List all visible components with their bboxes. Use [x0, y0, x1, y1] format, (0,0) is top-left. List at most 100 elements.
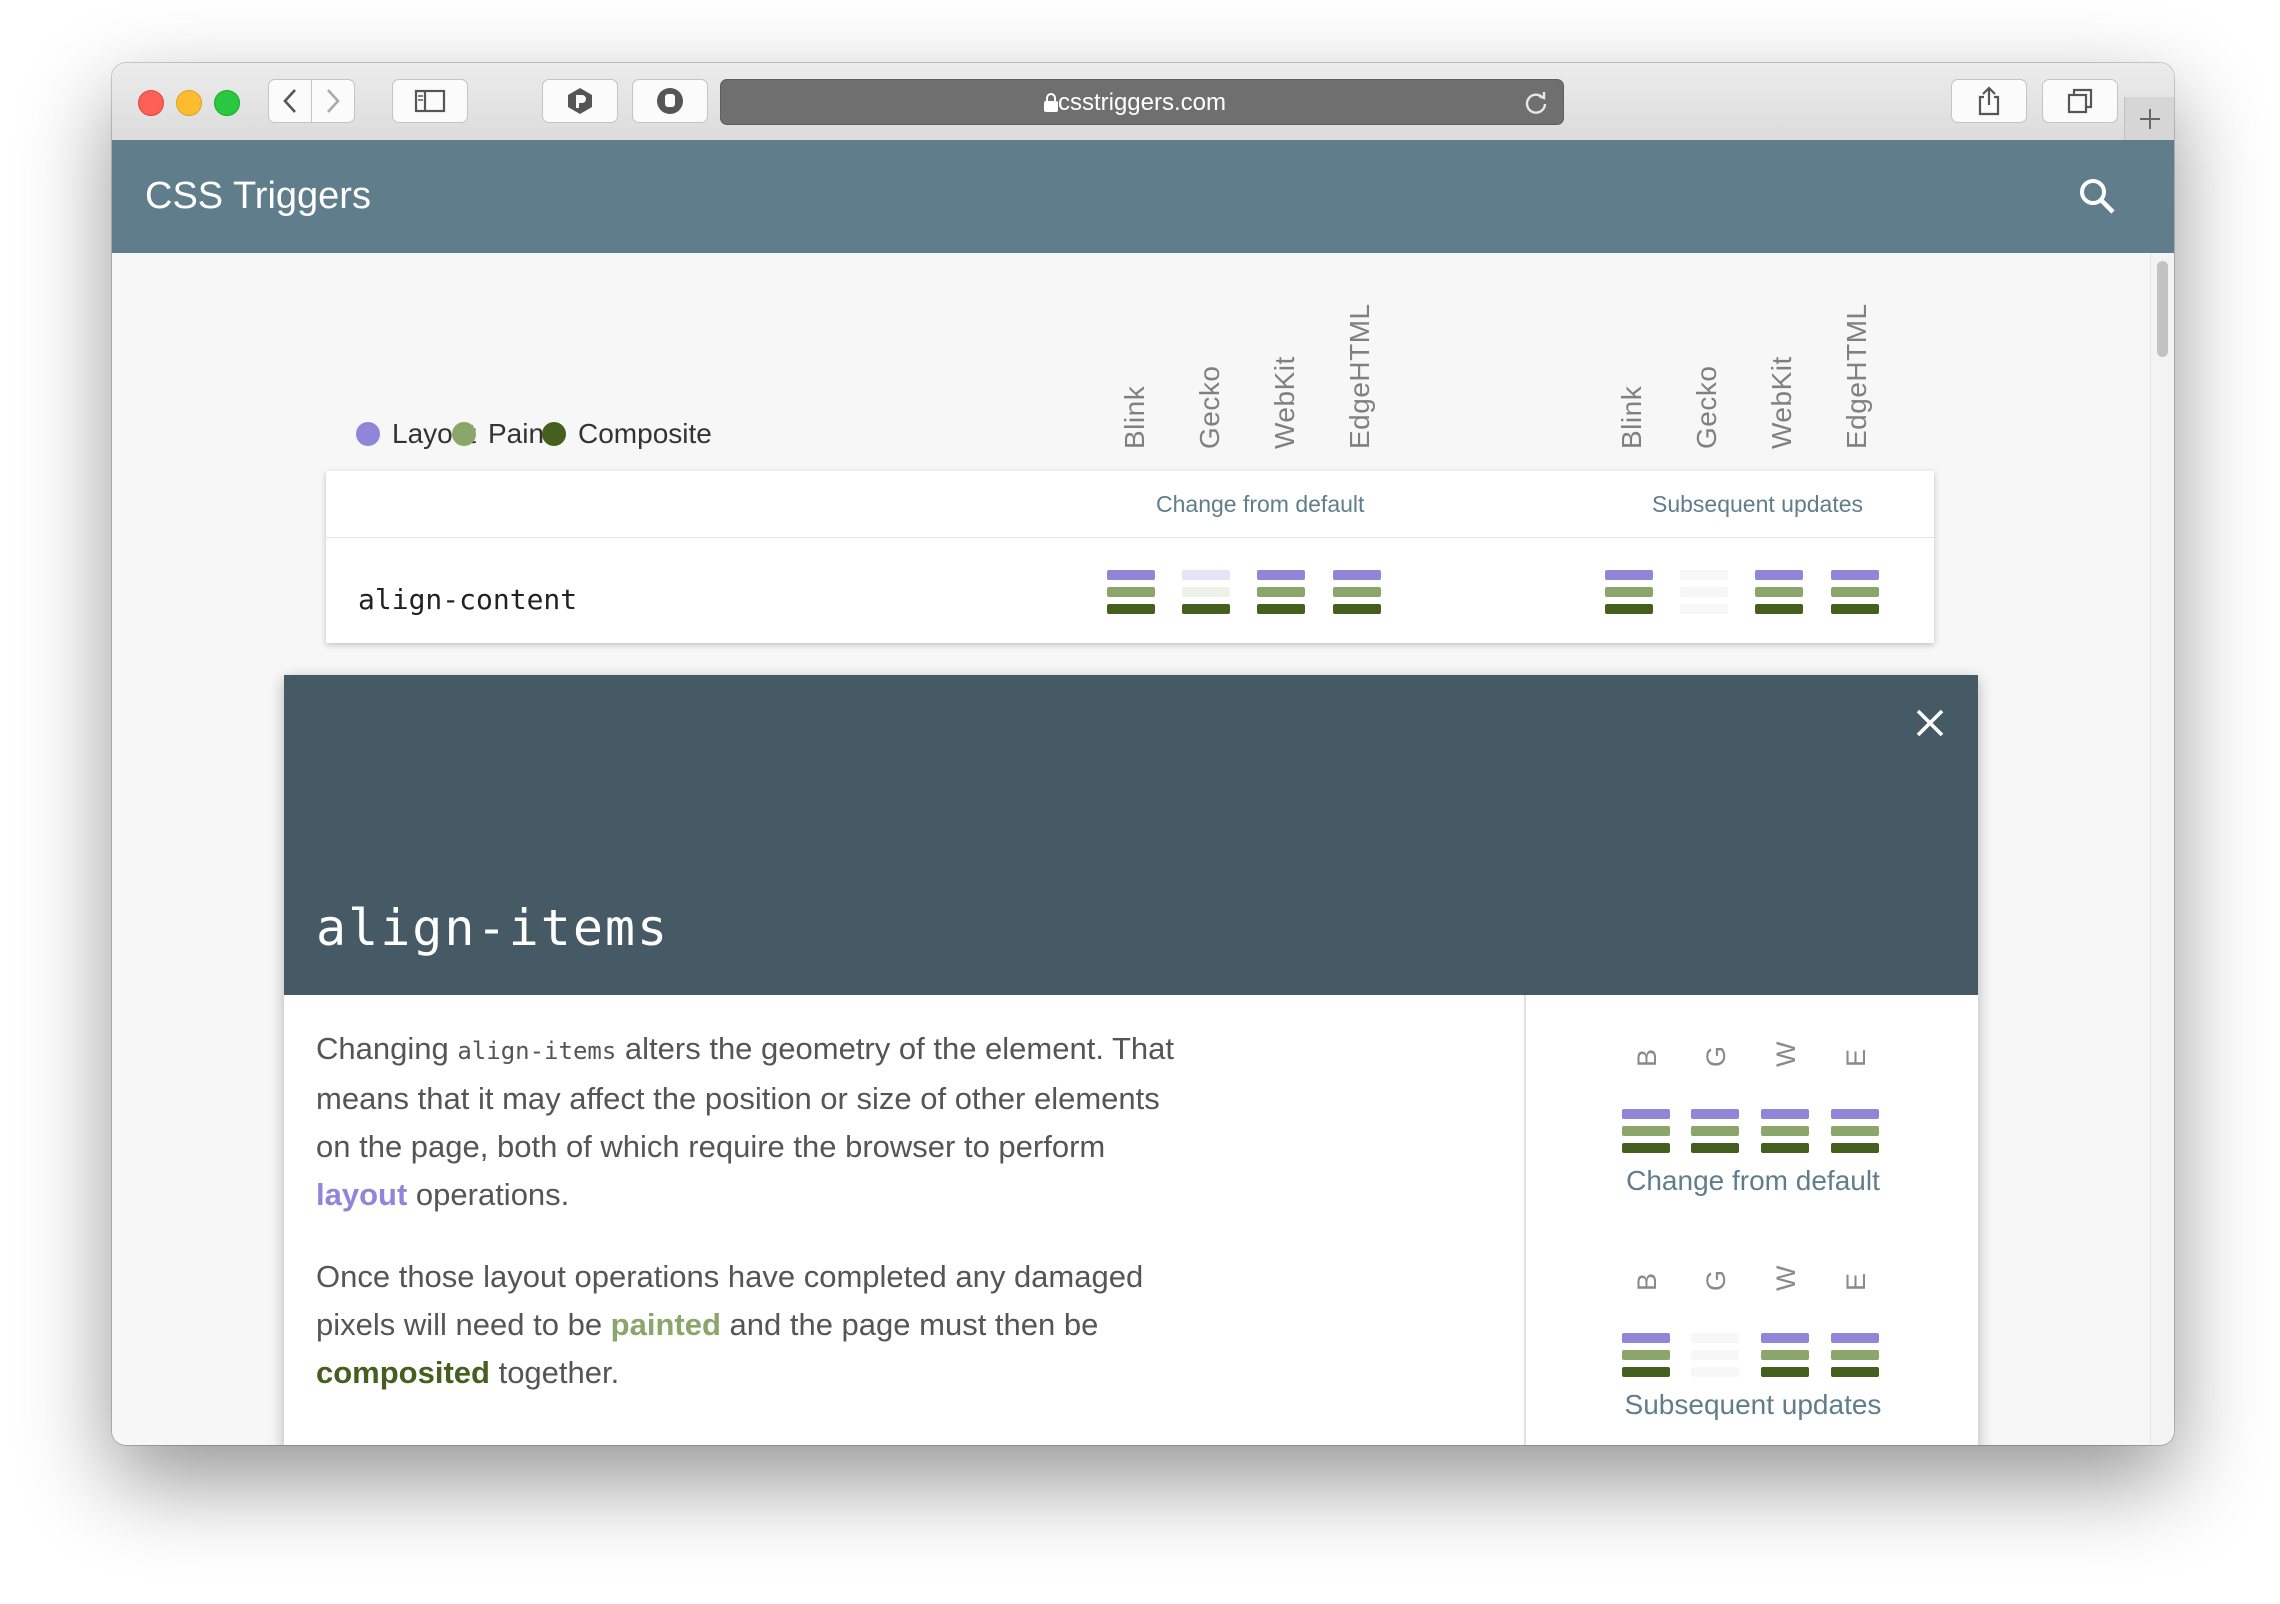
reload-icon[interactable]: [1523, 90, 1549, 116]
detail-header: align-items: [284, 675, 1978, 995]
sub-trigger-stack: [1831, 570, 1879, 621]
group-label-change-from-default: Change from default: [1156, 491, 1365, 517]
composite-bar: [1622, 1143, 1670, 1153]
detail-sub-trigger-stack: [1761, 1333, 1809, 1384]
composite-bar: [1831, 1367, 1879, 1377]
close-icon[interactable]: [1914, 707, 1946, 739]
cfd-trigger-stack: [1333, 570, 1381, 621]
sidebar-toggle-button[interactable]: [392, 79, 468, 123]
table-header: Change from default Subsequent updates: [326, 471, 1934, 538]
paint-bar: [1831, 1350, 1879, 1360]
engine-letter: W: [1771, 1041, 1801, 1067]
composite-bar: [1755, 604, 1803, 614]
address-bar[interactable]: csstriggers.com: [720, 79, 1564, 125]
engine-letter: W: [1771, 1265, 1801, 1291]
text: operations.: [407, 1177, 570, 1212]
painted-link[interactable]: painted: [611, 1307, 721, 1342]
group-label-subsequent-updates: Subsequent updates: [1652, 491, 1864, 517]
engine-header-webkit: WebKit: [1766, 356, 1797, 449]
composite-bar: [1831, 1143, 1879, 1153]
detail-sub-trigger-stack: [1831, 1333, 1879, 1384]
inline-code: align-items: [457, 1037, 617, 1065]
close-window-button[interactable]: [138, 90, 164, 116]
page-content: Layout Paint Composite Blink Gecko WebKit Edg…: [112, 253, 2150, 1445]
layout-bar: [1761, 1109, 1809, 1119]
plus-icon: [2139, 108, 2160, 129]
zoom-window-button[interactable]: [214, 90, 240, 116]
paint-bar: [1691, 1350, 1739, 1360]
engine-header-gecko: Gecko: [1691, 365, 1722, 449]
composite-bar: [1761, 1143, 1809, 1153]
layout-bar: [1755, 570, 1803, 580]
composite-bar: [1831, 604, 1879, 614]
search-icon[interactable]: [2078, 177, 2116, 215]
engine-header-blink: Blink: [1119, 385, 1150, 449]
paint-bar: [1831, 1126, 1879, 1136]
cfd-trigger-stack: [1257, 570, 1305, 621]
paint-bar: [1761, 1350, 1809, 1360]
forward-button[interactable]: [311, 79, 355, 123]
detail-cfd-trigger-stack: [1831, 1109, 1879, 1160]
paint-bar: [1605, 587, 1653, 597]
sub-trigger-stack: [1605, 570, 1653, 621]
legend-dot: [452, 422, 476, 446]
engine-header-gecko: Gecko: [1194, 365, 1225, 449]
description-paragraph: Changing align-items alters the geometry…: [316, 1025, 1196, 1219]
description-paragraph: Once those layout operations have comple…: [316, 1253, 1196, 1397]
new-tab-button[interactable]: [2124, 97, 2174, 140]
detail-sidebar: Change from default Subsequent updates B…: [1524, 995, 1980, 1445]
paint-bar: [1755, 587, 1803, 597]
composite-bar: [1605, 604, 1653, 614]
share-icon: [1978, 86, 2000, 116]
layout-bar: [1680, 570, 1728, 580]
back-button[interactable]: [268, 79, 312, 123]
site-title[interactable]: CSS Triggers: [145, 140, 371, 253]
sub-trigger-stack: [1755, 570, 1803, 621]
shield-hand-icon: [657, 88, 683, 114]
text: Changing: [316, 1031, 458, 1066]
engine-header-blink: Blink: [1616, 385, 1647, 449]
chevron-left-icon: [283, 89, 296, 113]
text: and the page must then be: [720, 1307, 1099, 1342]
legend-dot: [356, 422, 380, 446]
content-blocker-button[interactable]: [632, 79, 708, 123]
paint-bar: [1107, 587, 1155, 597]
layout-bar: [1182, 570, 1230, 580]
composite-bar: [1691, 1367, 1739, 1377]
legend-label: Composite: [578, 418, 712, 449]
browser-toolbar: csstriggers.com: [112, 63, 2174, 141]
scrollbar-thumb[interactable]: [2157, 261, 2168, 357]
page-scrollbar[interactable]: [2150, 253, 2174, 1445]
engine-letter: E: [1841, 1048, 1871, 1067]
paint-bar: [1691, 1126, 1739, 1136]
extension-button[interactable]: [542, 79, 618, 123]
sidebar-icon: [414, 89, 446, 113]
paint-bar: [1761, 1126, 1809, 1136]
layout-link[interactable]: layout: [316, 1177, 407, 1212]
layout-bar: [1622, 1333, 1670, 1343]
change-from-default-caption: Change from default: [1626, 1165, 1880, 1196]
tabs-overview-button[interactable]: [2042, 79, 2118, 123]
composited-link[interactable]: composited: [316, 1355, 490, 1390]
engine-letter: B: [1632, 1048, 1662, 1067]
composite-bar: [1333, 604, 1381, 614]
browser-window: csstriggers.com CSS Triggers Layout Paint…: [112, 63, 2174, 1445]
detail-title: align-items: [316, 899, 670, 957]
engine-header-webkit: WebKit: [1269, 356, 1300, 449]
composite-bar: [1182, 604, 1230, 614]
share-button[interactable]: [1951, 79, 2027, 123]
engine-letter: B: [1632, 1272, 1662, 1291]
composite-bar: [1691, 1143, 1739, 1153]
minimize-window-button[interactable]: [176, 90, 202, 116]
engine-letter: E: [1841, 1272, 1871, 1291]
layout-bar: [1691, 1333, 1739, 1343]
app-header: CSS Triggers: [112, 140, 2174, 253]
paint-bar: [1333, 587, 1381, 597]
property-detail-panel: align-items Changing align-items alters …: [284, 675, 1978, 1445]
layout-bar: [1605, 570, 1653, 580]
engine-letter: G: [1701, 1269, 1731, 1291]
tabs-icon: [2067, 88, 2093, 114]
detail-sub-trigger-stack: [1622, 1333, 1670, 1384]
composite-bar: [1761, 1367, 1809, 1377]
paint-bar: [1257, 587, 1305, 597]
